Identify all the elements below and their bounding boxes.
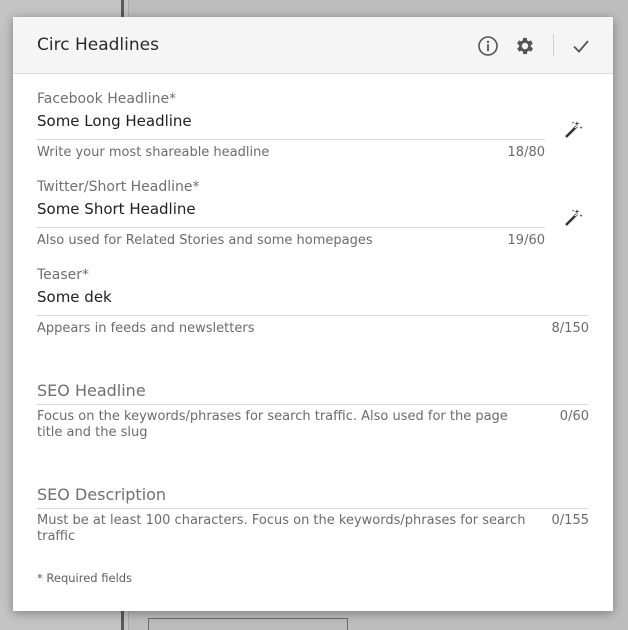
twitter-headline-help: Also used for Related Stories and some h… — [37, 233, 373, 248]
facebook-headline-help: Write your most shareable headline — [37, 145, 270, 160]
twitter-headline-input[interactable]: Some Short Headline — [37, 200, 517, 218]
magic-wand-icon[interactable] — [562, 207, 584, 229]
header-divider — [553, 34, 554, 56]
twitter-headline-count: 19/60 — [507, 233, 545, 248]
teaser-count: 8/150 — [551, 321, 589, 336]
seo-description-underline — [37, 508, 589, 509]
teaser-underline — [37, 315, 589, 316]
teaser-input[interactable]: Some dek — [37, 288, 517, 306]
seo-headline-count: 0/60 — [559, 409, 589, 424]
seo-description-count: 0/155 — [551, 513, 589, 528]
seo-headline-underline — [37, 404, 589, 405]
dialog-header: Circ Headlines — [13, 17, 613, 74]
gear-icon[interactable] — [513, 34, 537, 58]
circ-headlines-dialog: Circ Headlines Facebook Headline* Some L… — [13, 17, 613, 611]
checkmark-icon[interactable] — [569, 34, 593, 58]
seo-headline-help: Focus on the keywords/phrases for search… — [37, 409, 508, 440]
facebook-headline-underline — [37, 139, 545, 140]
seo-description-input[interactable] — [37, 485, 517, 507]
seo-headline-input[interactable] — [37, 381, 517, 403]
seo-description-help: Must be at least 100 characters. Focus o… — [37, 513, 526, 544]
dialog-title: Circ Headlines — [37, 35, 159, 55]
twitter-headline-label: Twitter/Short Headline* — [37, 179, 200, 195]
facebook-headline-input[interactable]: Some Long Headline — [37, 112, 517, 130]
teaser-help: Appears in feeds and newsletters — [37, 321, 255, 336]
magic-wand-icon[interactable] — [562, 119, 584, 141]
teaser-label: Teaser* — [37, 267, 90, 283]
required-fields-note: * Required fields — [37, 571, 133, 585]
twitter-headline-underline — [37, 227, 545, 228]
background-button — [148, 618, 348, 630]
facebook-headline-label: Facebook Headline* — [37, 91, 177, 107]
info-icon[interactable] — [476, 34, 500, 58]
facebook-headline-count: 18/80 — [507, 145, 545, 160]
